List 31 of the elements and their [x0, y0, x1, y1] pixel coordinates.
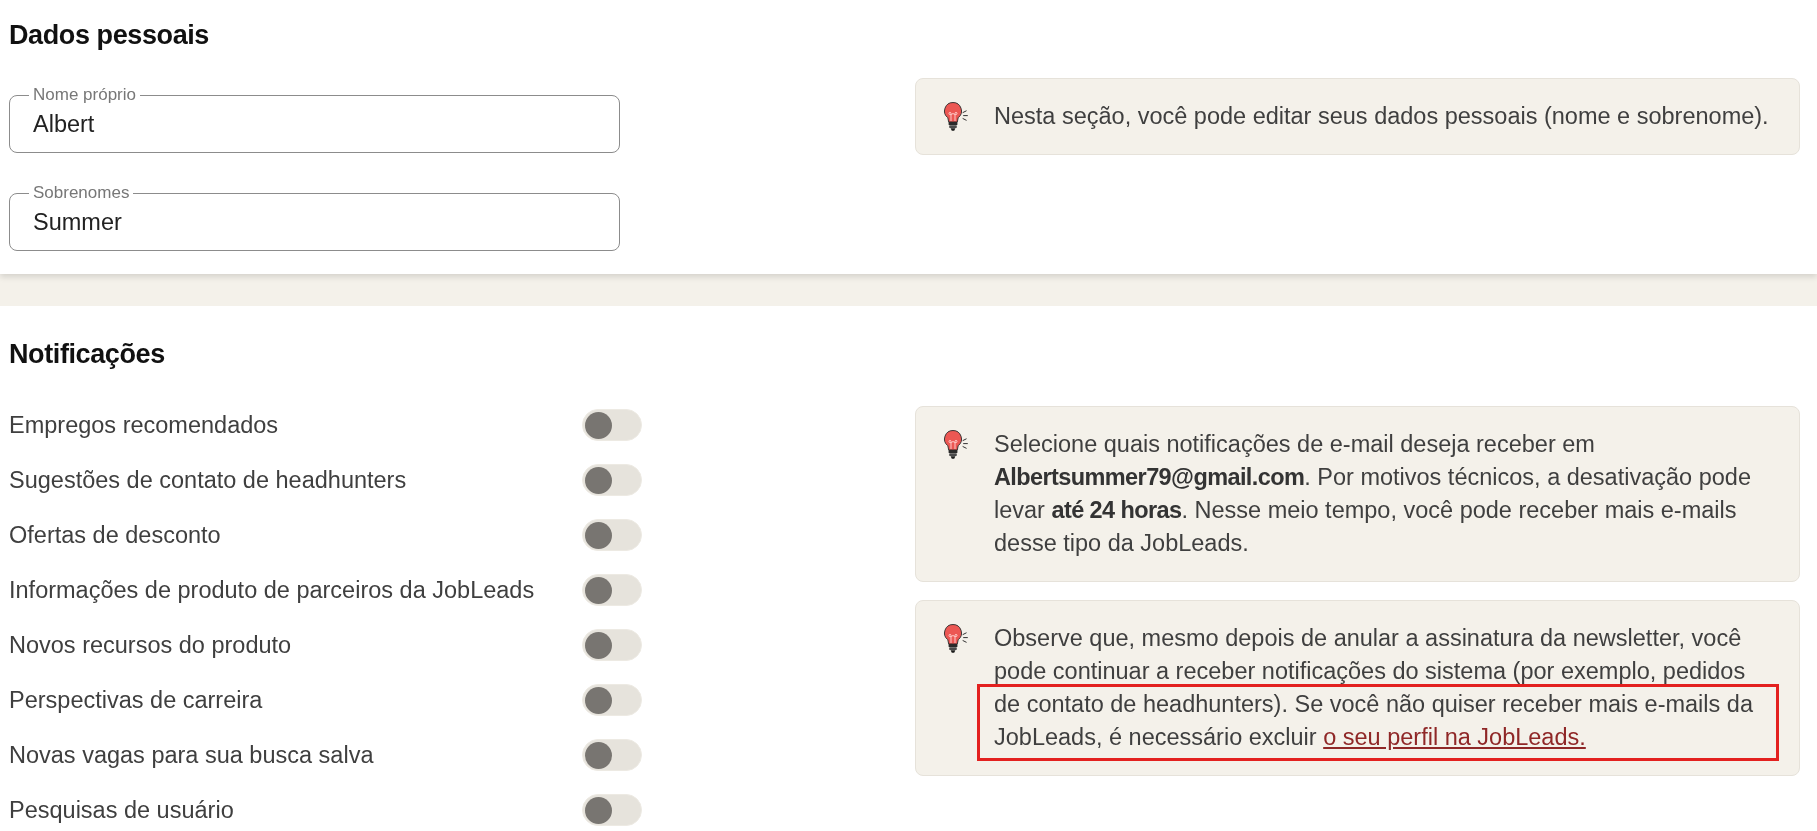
section-title: Notificações	[9, 338, 166, 370]
notification-label: Novos recursos do produto	[9, 630, 292, 659]
text-input[interactable]: Albert	[33, 104, 596, 144]
tip-text: Observe que, mesmo depois de anular a assinatura da newsletter, você pode continuar a receber notificações do sistema (por exemplo, pedidos de contato de headhunters). Se você não quiser receber mais e-mails da JobLeads, é necessário excluir o seu perfil na JobLeads.	[994, 624, 1754, 752]
tip-text: Selecione quais notificações de e-mail deseja receber em Albertsummer79@gmail.com. Por motivos técnicos, a desativação pode levar até 24 horas. Nesse meio tempo, você pode receber mais e-mails desse tipo da JobLeads.	[994, 430, 1752, 558]
toggle-switch[interactable]	[582, 518, 642, 551]
notification-label: Pesquisas de usuário	[9, 795, 234, 824]
notification-label: Perspectivas de carreira	[9, 685, 263, 714]
toggle-switch[interactable]	[582, 738, 642, 771]
profile-link[interactable]: o seu perfil na JobLeads.	[1323, 724, 1586, 750]
notification-label: Novas vagas para sua busca salva	[9, 740, 374, 769]
text-input[interactable]: Summer	[33, 202, 596, 242]
toggle-switch[interactable]	[582, 628, 642, 661]
section-title: Dados pessoais	[9, 19, 210, 51]
text-field[interactable]: Nome próprio Albert	[9, 86, 620, 153]
field-label: Sobrenomes	[32, 184, 131, 202]
toggle-switch[interactable]	[582, 683, 642, 716]
toggle-switch[interactable]	[582, 573, 642, 606]
field-label: Nome próprio	[32, 86, 137, 104]
notification-label: Informações de produto de parceiros da JobLeads	[9, 575, 535, 604]
notification-label: Empregos recomendados	[9, 410, 279, 439]
toggle-switch[interactable]	[582, 793, 642, 826]
tip-text: Nesta seção, você pode editar seus dados pessoais (nome e sobrenome).	[994, 102, 1770, 131]
notification-label: Ofertas de desconto	[9, 520, 221, 549]
text-field[interactable]: Sobrenomes Summer	[9, 184, 620, 251]
lightbulb-icon	[943, 429, 968, 460]
notification-label: Sugestões de contato de headhunters	[9, 465, 407, 494]
lightbulb-icon	[943, 101, 968, 132]
toggle-switch[interactable]	[582, 463, 642, 496]
toggle-switch[interactable]	[582, 408, 642, 441]
lightbulb-icon	[943, 623, 968, 654]
